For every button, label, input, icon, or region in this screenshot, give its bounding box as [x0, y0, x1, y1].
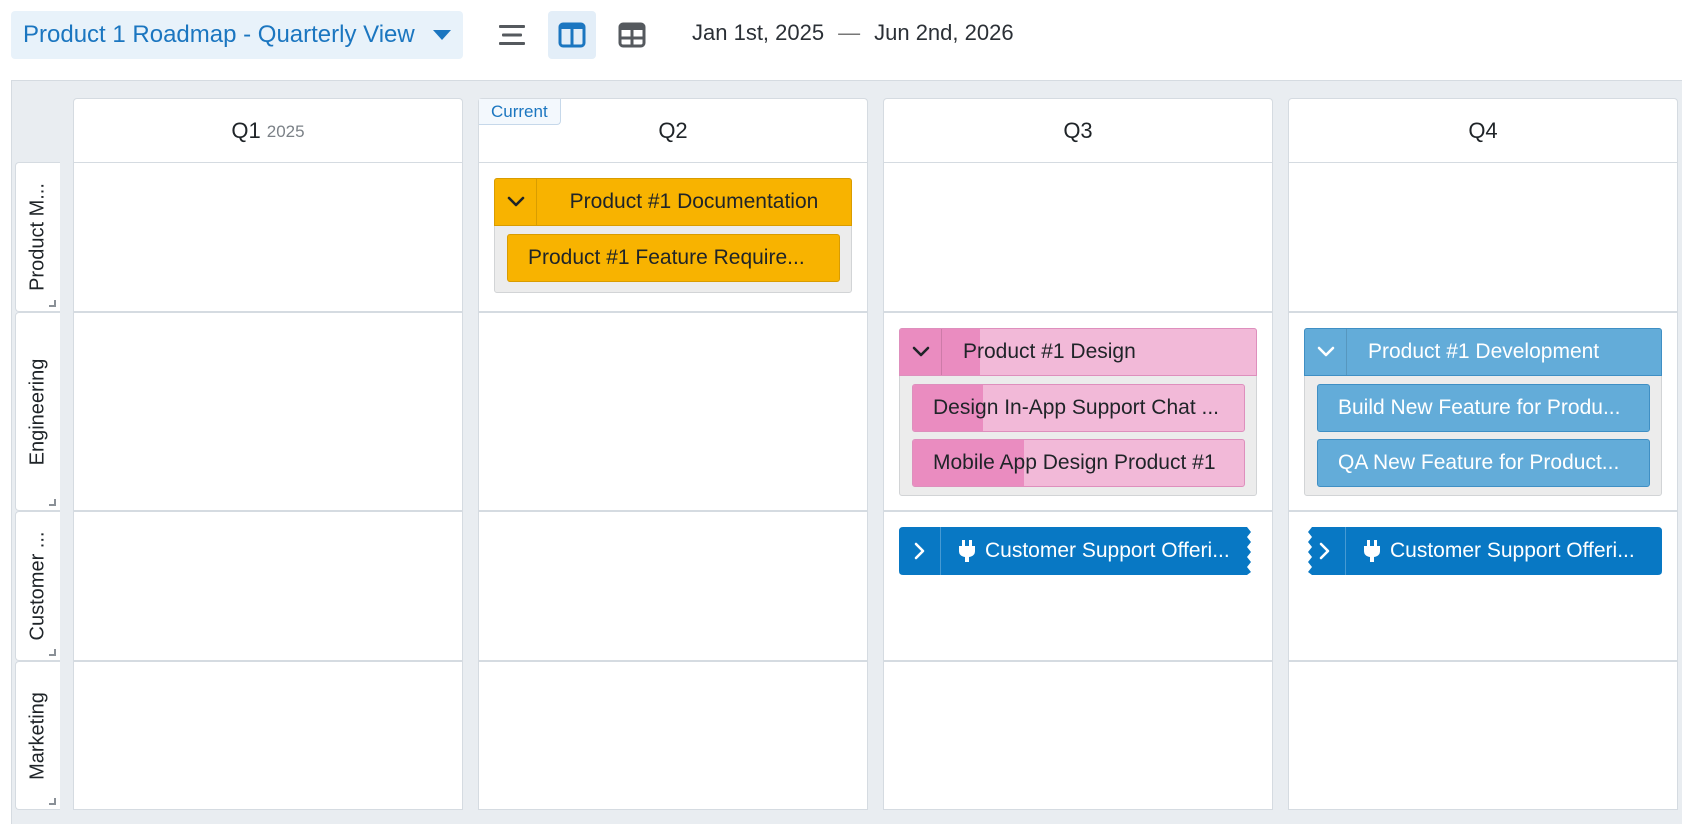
grid-view-icon — [618, 22, 646, 48]
card-title: Product #1 Development — [1368, 340, 1600, 363]
grid-cell — [478, 661, 868, 810]
card-title: Mobile App Design Product #1 — [933, 451, 1216, 474]
card-group-documentation: Product #1 Documentation Product #1 Feat… — [494, 178, 852, 293]
column-header-q4: Q4 — [1288, 98, 1678, 162]
date-range[interactable]: Jan 1st, 2025 — Jun 2nd, 2026 — [692, 20, 1014, 46]
date-end: Jun 2nd, 2026 — [874, 20, 1014, 45]
grid-cell — [73, 312, 463, 511]
resize-handle-icon[interactable] — [49, 499, 56, 506]
card-title: Product #1 Feature Require... — [528, 246, 805, 269]
card-title: Customer Support Offeri... — [1390, 539, 1635, 562]
date-separator: — — [838, 20, 861, 45]
card-customer-support-q3[interactable]: Customer Support Offeri... — [899, 527, 1255, 575]
view-select-dropdown[interactable]: Product 1 Roadmap - Quarterly View — [11, 11, 463, 59]
date-start: Jan 1st, 2025 — [692, 20, 825, 45]
caret-down-icon — [433, 30, 451, 40]
view-title: Product 1 Roadmap - Quarterly View — [23, 21, 415, 48]
collapse-toggle[interactable] — [495, 179, 537, 225]
grid-view-button[interactable] — [608, 11, 656, 59]
column-label: Q4 — [1468, 117, 1498, 143]
collapse-toggle[interactable] — [1305, 329, 1347, 375]
card-title: Customer Support Offeri... — [985, 539, 1230, 562]
column-label: Q1 — [231, 117, 261, 143]
card-group-design: Product #1 Design Design In-App Support … — [899, 328, 1257, 496]
row-label: Customer ... — [26, 531, 49, 641]
roadmap-board: Q1 2025 Current Q2 Q3 Q4 Product M... En… — [11, 80, 1682, 824]
column-view-icon — [558, 22, 586, 48]
column-year: 2025 — [266, 122, 305, 141]
grid-cell — [883, 661, 1273, 810]
grid-cell — [478, 312, 868, 511]
list-view-button[interactable] — [488, 11, 536, 59]
row-label: Marketing — [26, 691, 49, 780]
column-header-q2: Current Q2 — [478, 98, 868, 162]
plug-icon — [1364, 540, 1380, 562]
plug-icon — [959, 540, 975, 562]
row-header-customer[interactable]: Customer ... — [15, 511, 60, 661]
card-qa-new-feature[interactable]: QA New Feature for Product... — [1317, 439, 1650, 487]
card-title: Product #1 Design — [963, 340, 1136, 363]
grid-cell — [883, 162, 1273, 312]
toolbar: Product 1 Roadmap - Quarterly View Jan 1… — [0, 0, 1682, 76]
expand-toggle[interactable] — [899, 527, 941, 575]
card-build-new-feature[interactable]: Build New Feature for Produ... — [1317, 384, 1650, 432]
list-view-icon — [499, 25, 525, 45]
card-title: Design In-App Support Chat ... — [933, 396, 1219, 419]
chevron-down-icon — [507, 196, 524, 207]
row-label: Engineering — [26, 358, 49, 465]
chevron-right-icon — [1319, 542, 1329, 560]
card-design[interactable]: Product #1 Design — [899, 328, 1257, 376]
column-header-q1: Q1 2025 — [73, 98, 463, 162]
card-feature-requirements[interactable]: Product #1 Feature Require... — [507, 234, 840, 282]
row-header-marketing[interactable]: Marketing — [15, 661, 60, 810]
grid-cell — [478, 511, 868, 661]
grid-cell — [73, 162, 463, 312]
row-header-engineering[interactable]: Engineering — [15, 312, 60, 511]
card-documentation[interactable]: Product #1 Documentation — [494, 178, 852, 226]
grid-cell — [73, 511, 463, 661]
card-title: Product #1 Documentation — [569, 190, 819, 213]
card-title: Build New Feature for Produ... — [1338, 396, 1621, 419]
grid-cell — [1288, 162, 1678, 312]
column-label: Q3 — [1063, 117, 1093, 143]
chevron-right-icon — [914, 542, 924, 560]
collapse-toggle[interactable] — [900, 329, 942, 375]
column-header-q3: Q3 — [883, 98, 1273, 162]
card-design-in-app-support-chat[interactable]: Design In-App Support Chat ... — [912, 384, 1245, 432]
row-label: Product M... — [26, 183, 49, 291]
grid-cell — [73, 661, 463, 810]
grid-cell — [1288, 661, 1678, 810]
card-title: QA New Feature for Product... — [1338, 451, 1620, 474]
chevron-down-icon — [912, 346, 929, 357]
resize-handle-icon[interactable] — [49, 300, 56, 307]
card-mobile-app-design[interactable]: Mobile App Design Product #1 — [912, 439, 1245, 487]
card-group-development: Product #1 Development Build New Feature… — [1304, 328, 1662, 496]
column-view-button[interactable] — [548, 11, 596, 59]
resize-handle-icon[interactable] — [49, 649, 56, 656]
column-label: Q2 — [658, 117, 688, 143]
current-quarter-badge: Current — [479, 99, 561, 125]
expand-toggle[interactable] — [1304, 527, 1346, 575]
row-header-product-management[interactable]: Product M... — [15, 162, 60, 312]
card-customer-support-q4[interactable]: Customer Support Offeri... — [1304, 527, 1662, 575]
chevron-down-icon — [1317, 346, 1334, 357]
resize-handle-icon[interactable] — [49, 798, 56, 805]
card-development[interactable]: Product #1 Development — [1304, 328, 1662, 376]
